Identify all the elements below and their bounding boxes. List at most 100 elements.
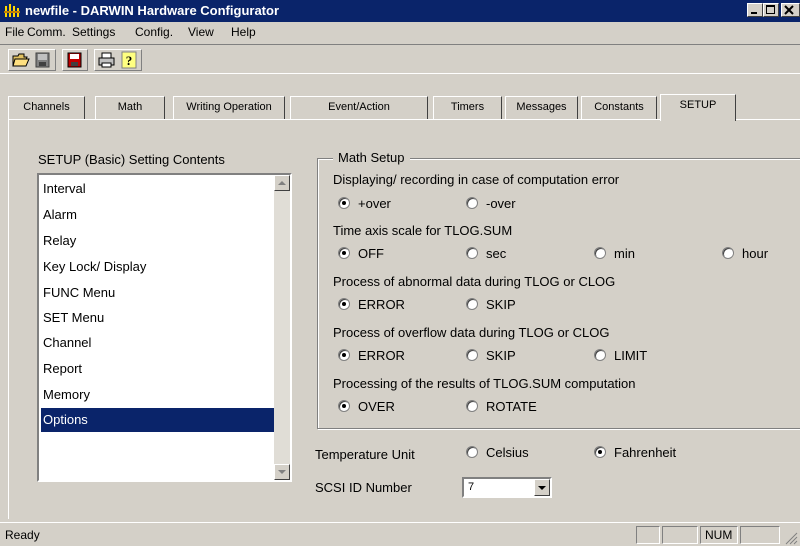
radio-hour[interactable]: hour: [722, 245, 768, 261]
list-item-memory[interactable]: Memory: [41, 383, 274, 407]
menu-comm[interactable]: Comm.: [27, 25, 66, 39]
toolbar: ?: [0, 44, 800, 74]
radio-selected-icon: [338, 349, 350, 361]
radio-icon: [466, 446, 478, 458]
radio-selected-icon: [338, 400, 350, 412]
title-bar[interactable]: newfile - DARWIN Hardware Configurator: [0, 0, 800, 22]
transfer-button-group: [62, 49, 88, 71]
radio-selected-icon: [594, 446, 606, 458]
overflow-data-label: Process of overflow data during TLOG or …: [333, 325, 610, 340]
tab-math[interactable]: Math: [95, 96, 165, 120]
math-setup-title: Math Setup: [333, 150, 410, 165]
save-icon[interactable]: [33, 51, 53, 69]
radio-overflow-limit[interactable]: LIMIT: [594, 347, 647, 363]
radio-abnormal-skip[interactable]: SKIP: [466, 296, 516, 312]
minimize-button[interactable]: [747, 3, 763, 17]
menu-settings[interactable]: Settings: [72, 25, 115, 39]
radio-selected-icon: [338, 247, 350, 259]
temperature-unit-label: Temperature Unit: [315, 447, 415, 462]
radio-results-over[interactable]: OVER: [338, 398, 395, 414]
file-button-group: [8, 49, 56, 71]
tab-event-action[interactable]: Event/Action: [290, 96, 428, 120]
scroll-down-arrow-icon: [278, 470, 286, 474]
list-item-channel[interactable]: Channel: [41, 331, 274, 355]
list-item-report[interactable]: Report: [41, 357, 274, 381]
tab-writing-operation[interactable]: Writing Operation: [173, 96, 285, 120]
radio-overflow-skip[interactable]: SKIP: [466, 347, 516, 363]
menu-help[interactable]: Help: [231, 25, 256, 39]
svg-text:?: ?: [126, 53, 133, 68]
menu-config[interactable]: Config.: [135, 25, 173, 39]
radio-icon: [722, 247, 734, 259]
resize-grip-icon[interactable]: [784, 531, 798, 545]
status-text: Ready: [5, 528, 40, 542]
open-folder-icon[interactable]: [11, 51, 31, 69]
close-icon: [784, 5, 794, 15]
status-panel-caps: [636, 526, 660, 544]
radio-minus-over[interactable]: -over: [466, 195, 516, 211]
list-item-alarm[interactable]: Alarm: [41, 203, 274, 227]
scsi-id-label: SCSI ID Number: [315, 480, 412, 495]
radio-min[interactable]: min: [594, 245, 635, 261]
print-icon[interactable]: [97, 51, 117, 69]
scroll-up-button[interactable]: [274, 175, 290, 191]
radio-selected-icon: [338, 197, 350, 209]
radio-selected-icon: [338, 298, 350, 310]
maximize-button[interactable]: [763, 3, 779, 17]
status-panel-num: NUM: [700, 526, 738, 544]
status-panel-blank: [662, 526, 698, 544]
status-panel-scroll: [740, 526, 780, 544]
list-item-interval[interactable]: Interval: [41, 177, 274, 201]
radio-overflow-error[interactable]: ERROR: [338, 347, 405, 363]
radio-celsius[interactable]: Celsius: [466, 444, 529, 460]
tab-strip: Channels Math Writing Operation Event/Ac…: [8, 94, 800, 121]
minimize-icon: [751, 12, 757, 14]
list-item-set-menu[interactable]: SET Menu: [41, 306, 274, 330]
radio-plus-over[interactable]: +over: [338, 195, 391, 211]
radio-abnormal-error[interactable]: ERROR: [338, 296, 405, 312]
radio-icon: [466, 349, 478, 361]
tab-constants[interactable]: Constants: [581, 96, 657, 120]
radio-icon: [466, 247, 478, 259]
list-item-options[interactable]: Options: [41, 408, 274, 432]
menu-file[interactable]: File: [5, 25, 24, 39]
list-item-relay[interactable]: Relay: [41, 229, 274, 253]
scroll-up-arrow-icon: [278, 181, 286, 185]
radio-icon: [466, 197, 478, 209]
abnormal-data-label: Process of abnormal data during TLOG or …: [333, 274, 616, 289]
radio-icon: [466, 400, 478, 412]
status-bar: Ready NUM: [0, 522, 800, 546]
setup-contents-list[interactable]: Interval Alarm Relay Key Lock/ Display F…: [37, 173, 292, 482]
maximize-icon: [766, 5, 775, 14]
radio-icon: [466, 298, 478, 310]
radio-icon: [594, 349, 606, 361]
computation-error-label: Displaying/ recording in case of computa…: [333, 172, 620, 187]
chevron-down-icon: [538, 486, 546, 490]
tab-setup[interactable]: SETUP: [660, 94, 736, 121]
transfer-icon[interactable]: [65, 51, 85, 69]
tab-channels[interactable]: Channels: [8, 96, 85, 120]
app-icon: [4, 4, 20, 17]
tab-messages[interactable]: Messages: [505, 96, 578, 120]
setup-contents-label: SETUP (Basic) Setting Contents: [38, 152, 225, 167]
menu-view[interactable]: View: [188, 25, 214, 39]
dropdown-button[interactable]: [534, 479, 550, 496]
list-scrollbar[interactable]: [274, 175, 290, 480]
time-axis-scale-label: Time axis scale for TLOG.SUM: [333, 223, 513, 238]
radio-fahrenheit[interactable]: Fahrenheit: [594, 444, 676, 460]
close-button[interactable]: [781, 3, 800, 17]
tlog-sum-results-label: Processing of the results of TLOG.SUM co…: [333, 376, 636, 391]
list-item-func-menu[interactable]: FUNC Menu: [41, 281, 274, 305]
list-item-key-lock-display[interactable]: Key Lock/ Display: [41, 255, 274, 279]
scsi-id-value: 7: [468, 481, 475, 493]
radio-icon: [594, 247, 606, 259]
help-icon[interactable]: ?: [119, 51, 139, 69]
window-title: newfile - DARWIN Hardware Configurator: [25, 3, 280, 18]
radio-sec[interactable]: sec: [466, 245, 506, 261]
print-help-group: ?: [94, 49, 142, 71]
scroll-down-button[interactable]: [274, 464, 290, 480]
radio-results-rotate[interactable]: ROTATE: [466, 398, 537, 414]
radio-off[interactable]: OFF: [338, 245, 384, 261]
tab-timers[interactable]: Timers: [433, 96, 502, 120]
scsi-id-select[interactable]: 7: [462, 477, 552, 498]
